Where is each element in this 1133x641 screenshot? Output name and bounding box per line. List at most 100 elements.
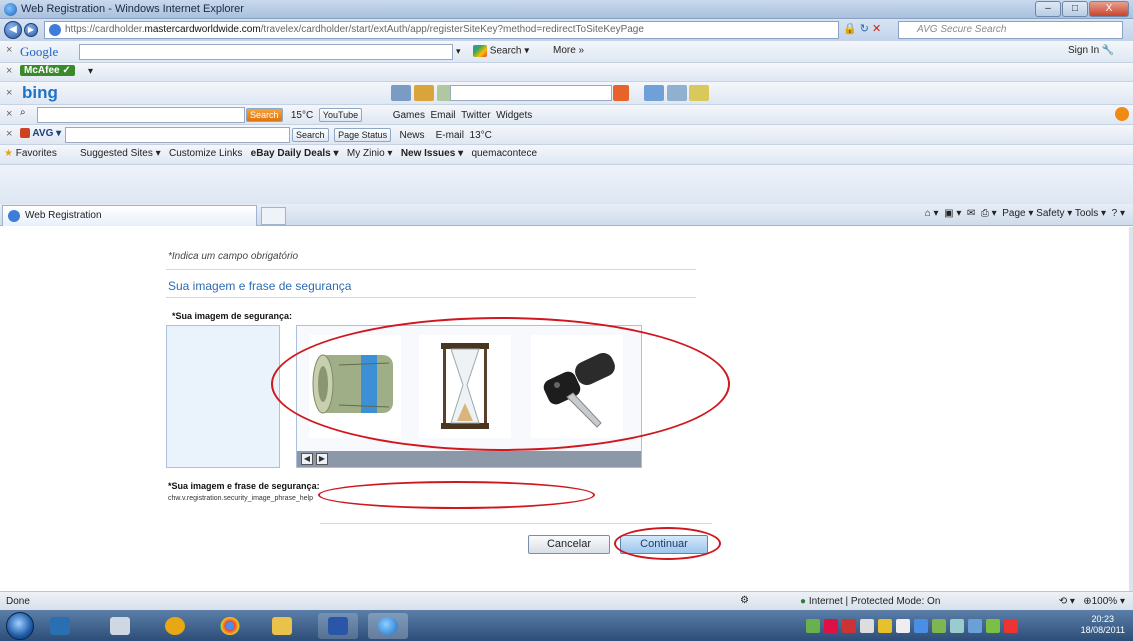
- avg-button[interactable]: AVG ▾: [20, 128, 61, 139]
- help-icon[interactable]: ? ▾: [1112, 208, 1125, 219]
- search-icon[interactable]: [613, 85, 629, 101]
- command-bar: ⌂ ▾ ▣ ▾ ✉ ⎙ ▾ Page ▾ Safety ▾ Tools ▾ ? …: [925, 208, 1125, 219]
- maximize-button[interactable]: □: [1062, 1, 1088, 17]
- section-title: Sua imagem e frase de segurança: [168, 279, 352, 293]
- dropdown-icon[interactable]: ▾: [88, 66, 93, 77]
- carousel-prev-icon[interactable]: ◀: [301, 453, 313, 465]
- tray-icon[interactable]: [806, 619, 820, 633]
- carousel-next-icon[interactable]: ▶: [316, 453, 328, 465]
- lock-icon[interactable]: 🔒: [843, 23, 857, 35]
- tray-icon[interactable]: [932, 619, 946, 633]
- tray-icon[interactable]: [1004, 619, 1018, 633]
- toolbar-search-button[interactable]: Search: [246, 108, 283, 122]
- favorites-button[interactable]: ★ Favorites: [4, 148, 57, 159]
- volume-icon[interactable]: [896, 619, 910, 633]
- bing-logo: bing: [22, 83, 58, 102]
- pencil-icon[interactable]: [391, 85, 411, 101]
- cancel-button[interactable]: Cancelar: [528, 535, 610, 554]
- google-more-button[interactable]: More »: [553, 45, 584, 56]
- tray-icon[interactable]: [878, 619, 892, 633]
- taskbar-chrome[interactable]: [210, 613, 250, 639]
- avg-toolbar: × AVG ▾ Search Page Status News E-mail 1…: [0, 125, 1133, 145]
- thumbs-up-icon[interactable]: [643, 85, 664, 101]
- system-tray: [806, 619, 1051, 633]
- sparkle-icon[interactable]: [689, 85, 710, 101]
- taskbar-clock[interactable]: 20:23 18/08/2011: [1081, 614, 1125, 636]
- tray-icon[interactable]: [824, 619, 838, 633]
- stop-icon[interactable]: ✕: [872, 23, 881, 35]
- address-input[interactable]: https://cardholder.mastercardworldwide.c…: [44, 21, 839, 39]
- mcafee-button[interactable]: McAfee ✓: [20, 65, 75, 76]
- start-button[interactable]: [6, 612, 34, 640]
- taskbar-explorer[interactable]: [100, 613, 140, 639]
- tray-icon[interactable]: [986, 619, 1000, 633]
- weather-label[interactable]: 15°C: [291, 110, 313, 121]
- avg-search-button[interactable]: Search: [292, 128, 329, 142]
- avg-weather-label[interactable]: 13°C: [470, 130, 492, 141]
- taskbar-internet-explorer[interactable]: [368, 613, 408, 639]
- tray-icon[interactable]: [914, 619, 928, 633]
- favorites-bar: ★ Favorites Suggested Sites ▾ Customize …: [0, 145, 1133, 165]
- avg-label: AVG: [32, 128, 54, 139]
- taskbar-folder[interactable]: [262, 613, 302, 639]
- email-button[interactable]: Email: [431, 110, 456, 121]
- dropdown-icon[interactable]: ▾: [456, 46, 461, 57]
- youtube-button[interactable]: YouTube: [318, 108, 363, 122]
- games-button[interactable]: Games: [393, 110, 425, 121]
- tray-icon[interactable]: [950, 619, 964, 633]
- page-status-button[interactable]: Page Status: [334, 128, 392, 142]
- new-tab-button[interactable]: [261, 207, 286, 225]
- refresh-icon[interactable]: ↻: [860, 23, 869, 35]
- close-toolbar-icon[interactable]: ×: [6, 44, 12, 56]
- print-icon[interactable]: ⎙ ▾: [981, 208, 997, 219]
- toolbar-search-input[interactable]: [37, 107, 245, 123]
- google-sign-in[interactable]: Sign In 🔧: [1068, 45, 1114, 56]
- url-domain: mastercardworldwide.com: [144, 24, 261, 35]
- news-button[interactable]: News: [399, 130, 424, 141]
- forward-icon[interactable]: ▶: [24, 23, 38, 37]
- taskbar-media-center[interactable]: [40, 613, 80, 639]
- avg-email-button[interactable]: E-mail: [436, 130, 464, 141]
- home-icon[interactable]: ⌂ ▾: [925, 208, 939, 219]
- command-menus[interactable]: Page ▾ Safety ▾ Tools ▾: [1002, 208, 1106, 219]
- close-toolbar-icon[interactable]: ×: [6, 128, 12, 140]
- close-toolbar-icon[interactable]: ×: [6, 108, 12, 120]
- avg-search-label: Search: [296, 130, 325, 140]
- tray-icon[interactable]: [968, 619, 982, 633]
- avg-search-input[interactable]: [65, 127, 290, 143]
- address-bar-icons: 🔒 ↻ ✕: [843, 22, 881, 35]
- close-toolbar-icon[interactable]: ×: [6, 87, 12, 99]
- read-mail-icon[interactable]: ✉: [967, 208, 975, 219]
- google-search-input[interactable]: [79, 44, 453, 60]
- network-icon[interactable]: [860, 619, 874, 633]
- zoom-control[interactable]: ⟲ ▾ ⊕100% ▾: [1059, 596, 1125, 607]
- fav-link-suggested-sites[interactable]: Suggested Sites ▾: [80, 148, 161, 159]
- tab-web-registration[interactable]: Web Registration: [2, 205, 257, 226]
- status-text: Done: [6, 596, 30, 607]
- fav-link-new-issues[interactable]: New Issues ▾: [401, 148, 463, 159]
- fav-link-zinio[interactable]: My Zinio ▾: [347, 148, 393, 159]
- search-input[interactable]: AVG Secure Search: [898, 21, 1123, 39]
- fav-link-customize[interactable]: Customize Links: [169, 148, 242, 159]
- close-toolbar-icon[interactable]: ×: [6, 65, 12, 77]
- back-icon[interactable]: ◀: [4, 21, 22, 39]
- share-icon[interactable]: [666, 85, 687, 101]
- tray-icon[interactable]: [842, 619, 856, 633]
- widgets-button[interactable]: Widgets: [496, 110, 532, 121]
- minimize-button[interactable]: –: [1035, 1, 1061, 17]
- fav-link-ebay[interactable]: eBay Daily Deals ▾: [251, 148, 339, 159]
- feeds-icon[interactable]: ▣ ▾: [944, 208, 961, 219]
- search-placeholder: AVG Secure Search: [917, 24, 1007, 35]
- close-button[interactable]: X: [1089, 1, 1129, 17]
- twitter-button[interactable]: Twitter: [461, 110, 490, 121]
- taskbar-word[interactable]: [318, 613, 358, 639]
- lock-icon[interactable]: [413, 85, 434, 101]
- sign-in-label: Sign In: [1068, 45, 1100, 56]
- google-search-button[interactable]: Search ▾: [473, 45, 529, 57]
- vertical-scrollbar[interactable]: [1129, 227, 1133, 591]
- toolbar-options-icon[interactable]: [1115, 107, 1129, 121]
- fav-link-quemacontece[interactable]: quemacontece: [471, 148, 537, 159]
- taskbar-messenger[interactable]: [155, 613, 195, 639]
- bing-toolbar: × bing: [0, 82, 1133, 105]
- bing-search-input[interactable]: [450, 85, 612, 101]
